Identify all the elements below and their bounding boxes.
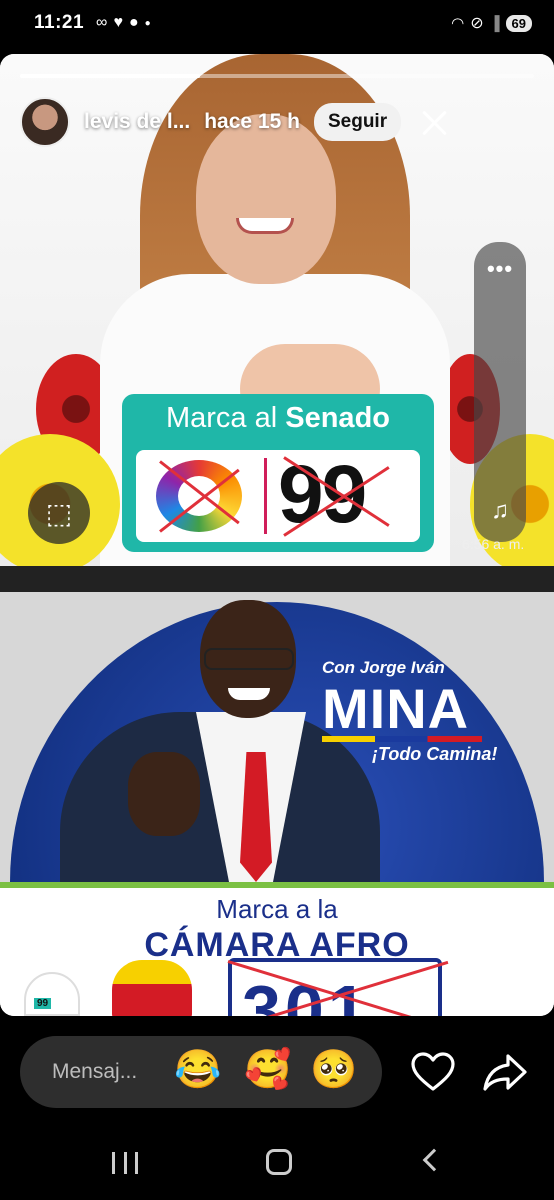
pleading-emoji-button[interactable]: 🥺 xyxy=(310,1048,357,1092)
link-icon: ∞ xyxy=(96,14,108,31)
dot-icon: ● xyxy=(144,17,151,29)
status-bar: 11:21 ∞ ♥ ● ● ◠ ⊘ ▐ 69 xyxy=(0,0,554,46)
signal-icon: ▐ xyxy=(489,15,500,31)
candidate-smile xyxy=(228,688,270,700)
story-progress-bar xyxy=(20,74,534,78)
status-time: 11:21 xyxy=(34,12,85,33)
follow-button[interactable]: Seguir xyxy=(313,103,402,141)
heart-small-icon: ♥ xyxy=(113,14,123,31)
close-icon[interactable] xyxy=(419,107,449,137)
back-icon[interactable] xyxy=(422,1148,446,1172)
green-accent-line xyxy=(0,882,554,888)
story-posted-time: 6:56 a. m. xyxy=(462,536,525,552)
avatar[interactable] xyxy=(20,97,70,147)
camara-ballot: 301 xyxy=(228,958,442,1016)
senado-ballot: Marca al Senado 99 xyxy=(122,394,434,552)
campaign-name: MINA xyxy=(322,677,470,740)
music-icon[interactable]: ♫ xyxy=(484,497,516,525)
share-icon[interactable] xyxy=(482,1052,528,1092)
ballot-title: Marca al Senado xyxy=(165,402,390,434)
panel-divider xyxy=(0,566,554,592)
band-line-1: Marca a la xyxy=(216,894,338,924)
candidate-glasses xyxy=(204,648,294,670)
ballot-separator xyxy=(264,458,267,534)
story-username[interactable]: levis de l... xyxy=(84,110,190,134)
system-icons: ◠ ⊘ ▐ 69 xyxy=(451,13,532,33)
story-progress-fill xyxy=(20,74,200,78)
laugh-emoji-button[interactable]: 😂 xyxy=(174,1048,221,1092)
wifi-icon: ◠ xyxy=(451,15,465,32)
more-options-icon[interactable]: ••• xyxy=(474,256,526,282)
story-header: levis de l... hace 15 h Seguir xyxy=(20,96,534,148)
system-nav-bar xyxy=(0,1136,554,1200)
notification-icons: ∞ ♥ ● ● xyxy=(96,14,151,32)
ballot-box: 99 xyxy=(136,449,420,542)
story-image-panel-2: Con Jorge Iván MINA ¡Todo Camina! Marca … xyxy=(0,592,554,1016)
mini-thumb-number: 99 xyxy=(34,998,52,1009)
party-hand-logo xyxy=(112,960,192,1016)
recent-apps-icon[interactable] xyxy=(112,1152,138,1174)
home-icon[interactable] xyxy=(266,1149,292,1175)
candidate-smile xyxy=(236,218,294,234)
campaign-subtitle: Con Jorge Iván xyxy=(322,658,445,677)
message-placeholder: Mensaj... xyxy=(52,1060,138,1083)
chat-icon: ● xyxy=(128,14,139,31)
lens-icon[interactable]: ⬚ xyxy=(28,482,90,544)
story-viewer[interactable]: Marca al Senado 99 Con Jorge Iván MINA ¡… xyxy=(0,54,554,1016)
candidate-fist xyxy=(128,752,200,836)
campaign-slogan: ¡Todo Camina! xyxy=(372,744,498,764)
heart-icon[interactable] xyxy=(410,1052,456,1092)
love-emoji-button[interactable]: 🥰 xyxy=(244,1048,291,1092)
story-time-ago: hace 15 h xyxy=(204,110,300,133)
flag-color-bar xyxy=(322,736,482,742)
battery-indicator: 69 xyxy=(505,14,532,32)
side-actions-pill: ••• ♫ xyxy=(474,242,526,542)
no-disturb-icon: ⊘ xyxy=(470,15,484,32)
